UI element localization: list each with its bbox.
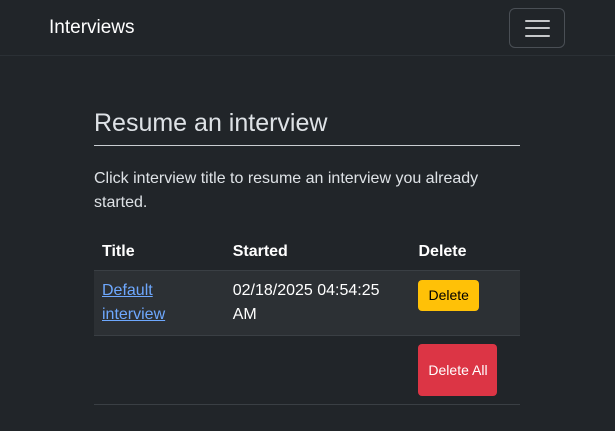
delete-interview-button[interactable]: Delete: [418, 280, 479, 311]
interviews-table: Title Started Delete Default interview 0…: [94, 234, 520, 405]
delete-all-button[interactable]: Delete All: [418, 344, 498, 396]
column-header-started: Started: [224, 234, 411, 271]
delete-all-row: Delete All: [94, 335, 520, 405]
interview-delete-cell: Delete: [410, 270, 520, 336]
page-title: Resume an interview: [94, 109, 328, 137]
intro-text: Click interview title to resume an inter…: [94, 170, 479, 211]
navbar: Interviews: [0, 0, 615, 56]
heading-divider: [94, 145, 520, 146]
interview-title-link[interactable]: Default interview: [102, 282, 165, 323]
empty-cell: [94, 335, 225, 405]
interview-started-cell: 02/18/2025 04:54:25 AM: [224, 270, 411, 336]
interview-title-cell: Default interview: [94, 270, 225, 336]
column-header-delete: Delete: [410, 234, 520, 271]
navbar-toggle-button[interactable]: [509, 8, 565, 48]
table-row: Default interview 02/18/2025 04:54:25 AM…: [94, 270, 520, 336]
column-header-title: Title: [94, 234, 225, 271]
delete-all-cell: Delete All: [410, 335, 520, 405]
empty-cell: [224, 335, 411, 405]
table-header-row: Title Started Delete: [94, 234, 520, 271]
navbar-brand[interactable]: Interviews: [49, 17, 135, 39]
